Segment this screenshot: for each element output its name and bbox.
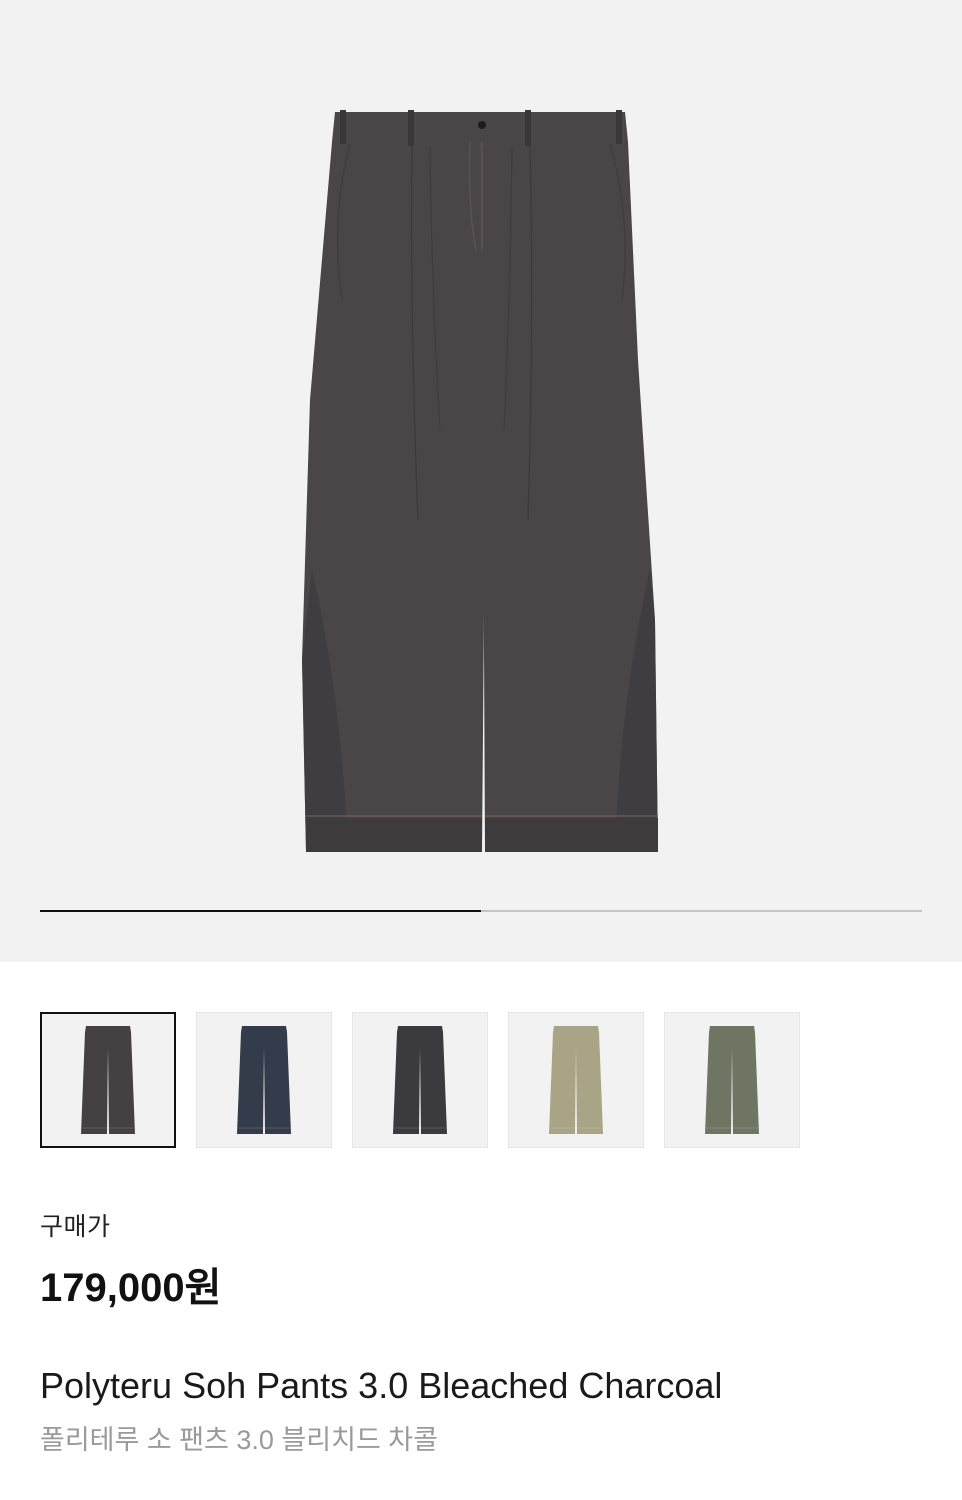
pants-variant-bleached-charcoal bbox=[81, 1026, 135, 1134]
product-title-korean: 폴리테루 소 팬츠 3.0 블리치드 차콜 bbox=[40, 1425, 438, 1455]
pants-variant-navy bbox=[237, 1026, 291, 1134]
pants-variant-charcoal bbox=[393, 1026, 447, 1134]
product-main-image bbox=[302, 110, 658, 852]
product-price: 179,000원 bbox=[40, 1266, 222, 1310]
product-title-english: Polyteru Soh Pants 3.0 Bleached Charcoal bbox=[40, 1365, 723, 1406]
variant-thumbnail-4[interactable] bbox=[508, 1012, 644, 1148]
pants-variant-olive bbox=[705, 1026, 759, 1134]
price-label: 구매가 bbox=[40, 1213, 111, 1241]
variant-thumbnail-2[interactable] bbox=[196, 1012, 332, 1148]
pants-variant-beige bbox=[549, 1026, 603, 1134]
variant-thumbnail-3[interactable] bbox=[352, 1012, 488, 1148]
color-variant-thumbnails bbox=[40, 1012, 800, 1148]
product-image-gallery[interactable] bbox=[0, 0, 962, 962]
gallery-progress-bar bbox=[40, 910, 922, 912]
variant-thumbnail-1[interactable] bbox=[40, 1012, 176, 1148]
gallery-progress-fill bbox=[40, 910, 481, 912]
variant-thumbnail-5[interactable] bbox=[664, 1012, 800, 1148]
